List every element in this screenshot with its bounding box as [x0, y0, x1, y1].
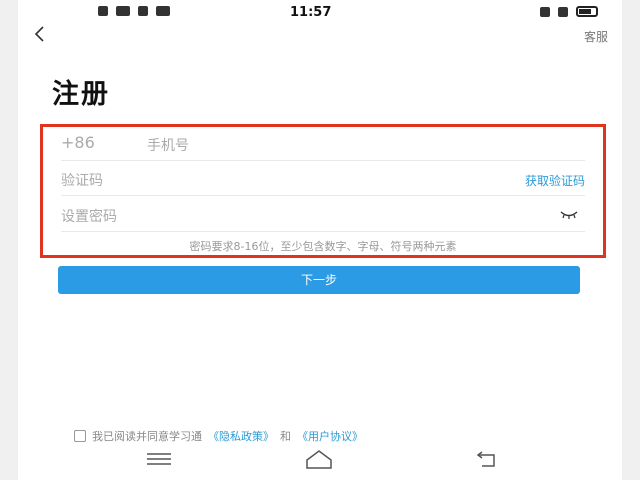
- password-hint: 密码要求8-16位，至少包含数字、字母、符号两种元素: [189, 240, 457, 253]
- agreement-and: 和: [280, 430, 291, 443]
- phone-field[interactable]: +86 手机号: [61, 127, 585, 161]
- bluetooth-icon: [540, 6, 550, 17]
- menu-icon[interactable]: [146, 452, 172, 466]
- next-button[interactable]: 下一步: [58, 266, 580, 294]
- chevron-left-icon: [34, 26, 44, 42]
- registration-form: +86 手机号 验证码 获取验证码 设置密码 密码要求8-16位，至少包含数字、…: [40, 124, 606, 258]
- battery-icon: [576, 6, 598, 17]
- status-time: 11:57: [290, 5, 332, 20]
- signal-icon: [98, 6, 108, 16]
- code-field[interactable]: 验证码 获取验证码: [61, 162, 585, 196]
- home-icon[interactable]: [304, 448, 334, 470]
- app-icon: [156, 6, 170, 16]
- back-button[interactable]: [30, 24, 58, 48]
- password-field[interactable]: 设置密码: [61, 198, 585, 232]
- privacy-policy-link[interactable]: 《隐私政策》: [208, 428, 274, 444]
- phone-screen: 11:57 客服 注册 +86 手机号 验证码 获取验证码 设置密码 密码要求8…: [18, 0, 622, 480]
- notification-icon: [116, 6, 130, 16]
- agreement-text: 我已阅读并同意学习通: [92, 430, 202, 443]
- password-input[interactable]: 设置密码: [61, 206, 117, 226]
- code-input[interactable]: 验证码: [61, 170, 103, 190]
- wifi-icon: [138, 6, 148, 16]
- back-icon[interactable]: [474, 450, 500, 470]
- help-link[interactable]: 客服: [584, 28, 608, 45]
- system-nav-bar: [18, 448, 622, 472]
- status-right-icons: [540, 6, 598, 17]
- agreement-row: 我已阅读并同意学习通 《隐私政策》 和 《用户协议》: [74, 428, 363, 444]
- user-agreement-link[interactable]: 《用户协议》: [297, 428, 363, 444]
- status-left-icons: [98, 6, 170, 16]
- eye-closed-icon[interactable]: [559, 210, 579, 220]
- phone-input[interactable]: 手机号: [147, 135, 189, 155]
- status-bar: 11:57: [18, 0, 622, 28]
- country-code[interactable]: +86: [61, 133, 95, 152]
- page-title: 注册: [52, 79, 110, 110]
- alarm-icon: [558, 6, 568, 17]
- get-code-button[interactable]: 获取验证码: [525, 172, 585, 189]
- agreement-checkbox[interactable]: [74, 430, 86, 442]
